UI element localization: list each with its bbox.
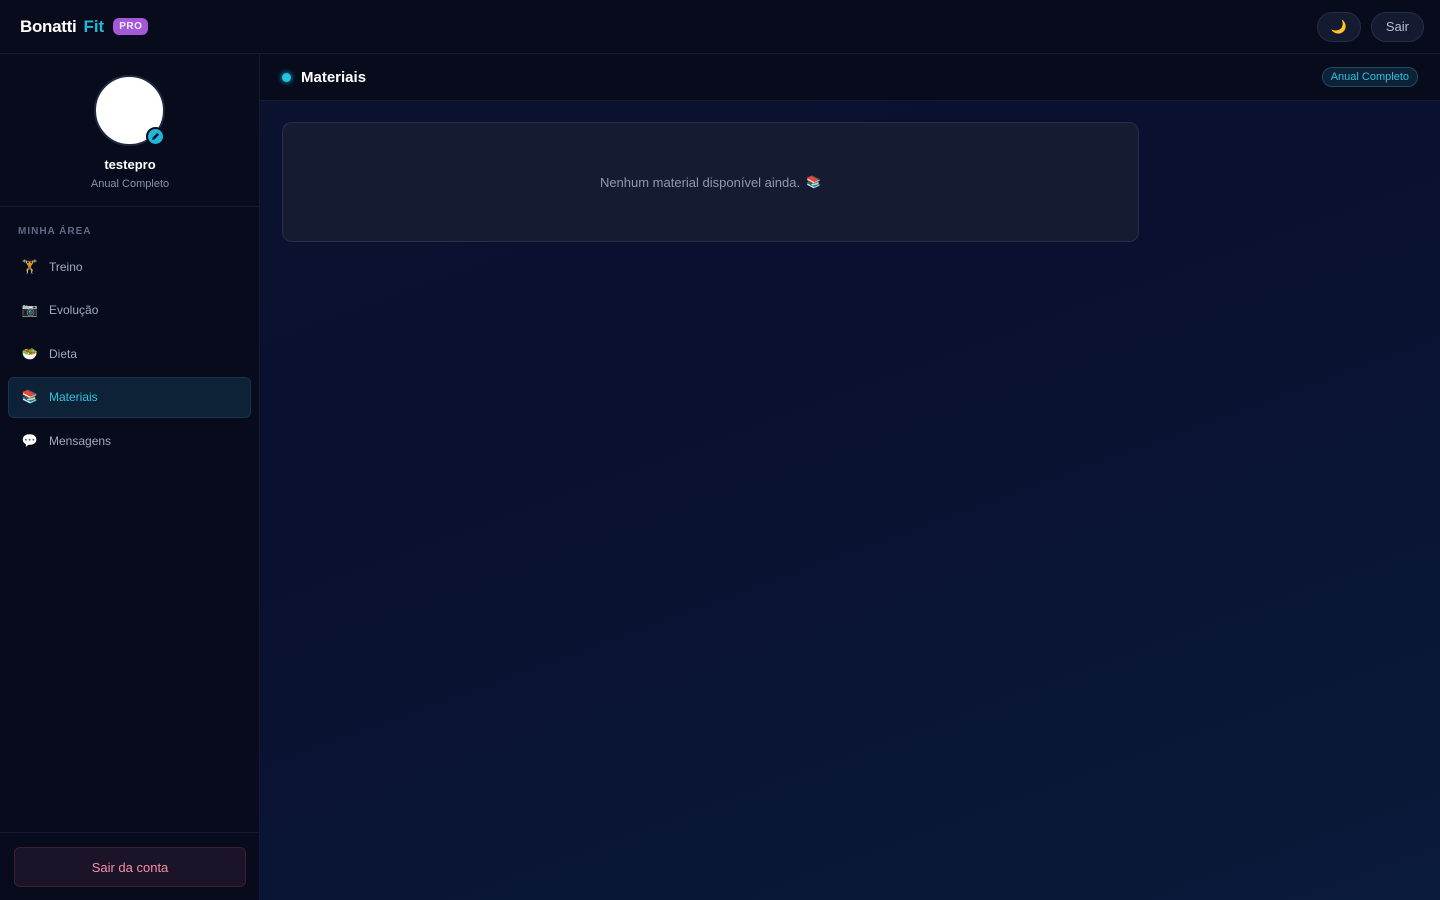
status-dot xyxy=(282,72,291,82)
moon-icon: 🌙 xyxy=(1330,18,1347,34)
dumbbell-icon: 🏋 xyxy=(21,258,39,274)
avatar-edit-button[interactable] xyxy=(146,127,165,146)
sidebar: testepro Anual Completo MINHA ÁREA 🏋 Tre… xyxy=(0,54,260,900)
books-icon: 📚 xyxy=(806,175,822,189)
top-actions: 🌙 Sair xyxy=(1316,11,1424,42)
salad-icon: 🥗 xyxy=(21,345,39,361)
books-icon: 📚 xyxy=(21,389,39,404)
top-bar: Bonatti Fit PRO 🌙 Sair xyxy=(0,0,1440,54)
user-plan: Anual Completo xyxy=(90,178,170,190)
sidebar-item-materiais[interactable]: 📚 Materiais xyxy=(8,376,251,418)
brand-name: Bonatti xyxy=(20,16,77,36)
logout-button-top[interactable]: Sair xyxy=(1370,11,1424,42)
sidebar-nav: 🏋 Treino 📷 Evolução 🥗 Dieta 📚 Materiais … xyxy=(8,246,251,464)
sidebar-item-evolucao[interactable]: 📷 Evolução xyxy=(8,290,251,331)
sidebar-item-mensagens[interactable]: 💬 Mensagens xyxy=(8,420,251,461)
brand-logo[interactable]: Bonatti Fit PRO xyxy=(20,16,149,37)
plan-badge: Anual Completo xyxy=(1321,67,1418,87)
logout-button[interactable]: Sair da conta xyxy=(14,847,246,887)
empty-state-message: Nenhum material disponível ainda. xyxy=(599,174,801,190)
sidebar-footer: Sair da conta xyxy=(0,832,259,900)
pencil-icon xyxy=(151,132,160,141)
speech-bubble-icon: 💬 xyxy=(21,432,39,448)
sidebar-item-label: Dieta xyxy=(49,346,78,361)
nav-section-label: MINHA ÁREA xyxy=(18,226,92,237)
sidebar-item-treino[interactable]: 🏋 Treino xyxy=(8,246,251,287)
theme-toggle-button[interactable]: 🌙 xyxy=(1316,11,1361,42)
camera-icon: 📷 xyxy=(21,302,39,317)
pro-badge: PRO xyxy=(113,18,149,35)
profile-card: testepro Anual Completo xyxy=(0,54,259,207)
main-content: Materiais Anual Completo Nenhum material… xyxy=(260,54,1440,900)
sidebar-item-dieta[interactable]: 🥗 Dieta xyxy=(8,333,251,374)
page-header: Materiais Anual Completo xyxy=(260,54,1440,101)
page-title: Materiais xyxy=(301,68,367,86)
page-title-wrap: Materiais xyxy=(282,69,366,86)
sidebar-item-label: Evolução xyxy=(49,303,99,317)
brand-accent: Fit xyxy=(83,16,105,36)
username: testepro xyxy=(104,157,156,172)
empty-state-card: Nenhum material disponível ainda. 📚 xyxy=(282,122,1139,242)
sidebar-item-label: Materiais xyxy=(49,390,98,404)
sidebar-item-label: Mensagens xyxy=(49,433,112,448)
sidebar-item-label: Treino xyxy=(49,259,83,274)
